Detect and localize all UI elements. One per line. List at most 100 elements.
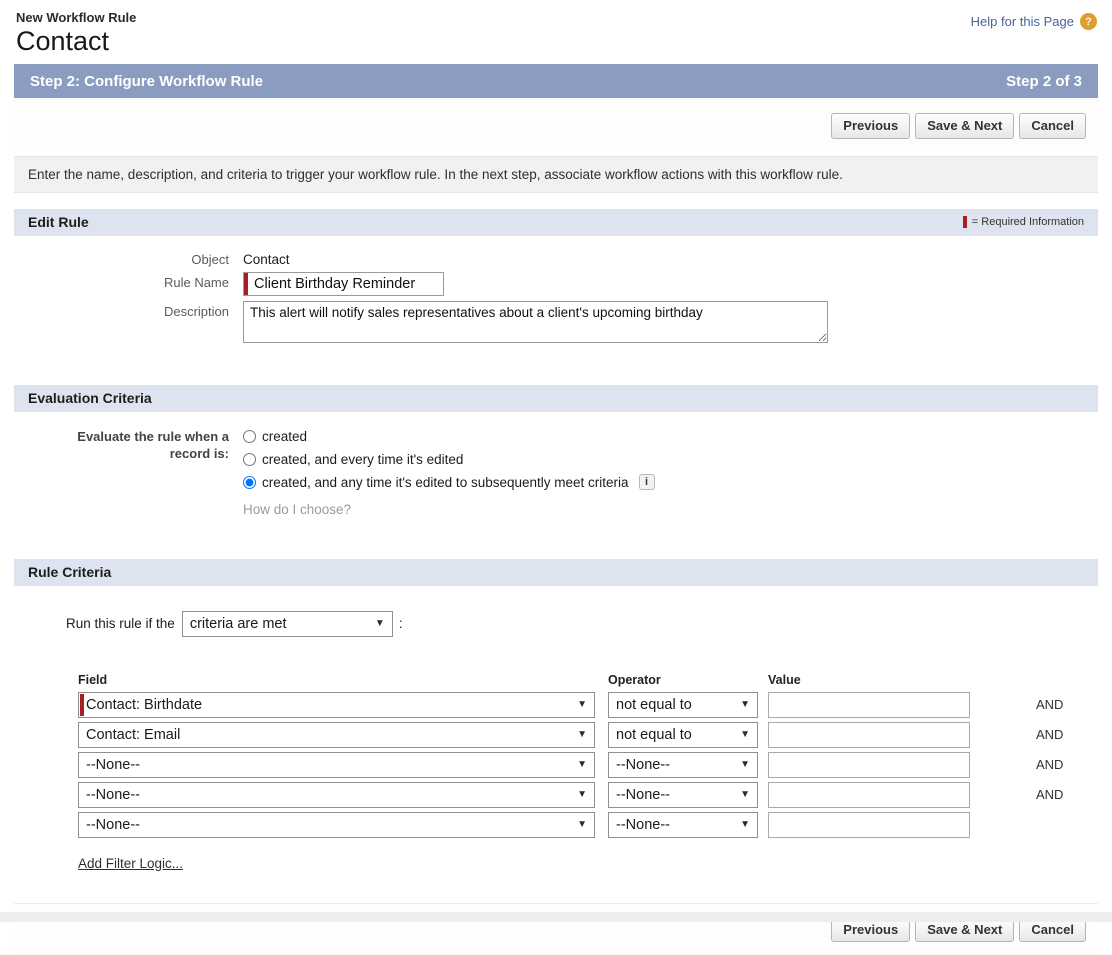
page-bottom-strip — [0, 912, 1112, 922]
save-next-button[interactable]: Save & Next — [915, 113, 1014, 139]
previous-button[interactable]: Previous — [831, 113, 910, 139]
rule-name-required-wrap — [243, 272, 444, 296]
object-label: Object — [14, 249, 229, 267]
rule-name-row: Rule Name — [14, 272, 1098, 296]
run-rule-label: Run this rule if the — [66, 616, 175, 631]
criteria-mode-select[interactable]: criteria are met ▼ — [182, 611, 393, 637]
operator-select-2[interactable]: not equal to ▼ — [608, 722, 758, 748]
conjunction-label: AND — [1036, 727, 1076, 742]
required-bar-icon — [80, 694, 84, 716]
edit-rule-section-header: Edit Rule = Required Information — [14, 209, 1098, 236]
radio-subsequently-meet[interactable] — [243, 476, 256, 489]
field-select-1-value: Contact: Birthdate — [86, 697, 202, 713]
page-header: New Workflow Rule Contact Help for this … — [0, 0, 1112, 64]
description-textarea[interactable]: This alert will notify sales representat… — [243, 301, 828, 343]
field-select-1[interactable]: Contact: Birthdate ▼ — [78, 692, 595, 718]
chevron-down-icon: ▼ — [740, 699, 750, 710]
criteria-mode-value: criteria are met — [190, 616, 287, 632]
required-bar-icon — [244, 273, 248, 295]
filter-row: --None-- ▼ --None-- ▼ AND — [78, 752, 1098, 778]
value-input-5[interactable] — [768, 812, 970, 838]
field-select-3-value: --None-- — [86, 757, 140, 773]
chevron-down-icon: ▼ — [577, 819, 587, 830]
radio-option-subsequently-meet[interactable]: created, and any time it's edited to sub… — [243, 471, 655, 494]
filter-table-header: Field Operator Value — [78, 673, 1098, 687]
value-input-1[interactable] — [768, 692, 970, 718]
radio-created[interactable] — [243, 430, 256, 443]
bottom-toolbar: Previous Save & Next Cancel — [14, 903, 1098, 955]
filter-row: --None-- ▼ --None-- ▼ — [78, 812, 1098, 838]
object-value: Contact — [243, 249, 290, 267]
chevron-down-icon: ▼ — [577, 789, 587, 800]
radio-subsequently-meet-label: created, and any time it's edited to sub… — [262, 475, 629, 490]
radio-option-created[interactable]: created — [243, 425, 655, 448]
step-title: Step 2: Configure Workflow Rule — [30, 73, 263, 90]
chevron-down-icon: ▼ — [375, 618, 385, 629]
required-bar-icon — [963, 216, 967, 228]
evaluation-criteria-form: Evaluate the rule when a record is: crea… — [14, 412, 1098, 543]
chevron-down-icon: ▼ — [577, 729, 587, 740]
filter-criteria-table: Field Operator Value Contact: Birthdate … — [78, 673, 1098, 838]
operator-select-5[interactable]: --None-- ▼ — [608, 812, 758, 838]
run-rule-suffix: : — [399, 616, 403, 631]
field-select-4[interactable]: --None-- ▼ — [78, 782, 595, 808]
field-select-2[interactable]: Contact: Email ▼ — [78, 722, 595, 748]
field-select-4-value: --None-- — [86, 787, 140, 803]
operator-select-1[interactable]: not equal to ▼ — [608, 692, 758, 718]
value-input-2[interactable] — [768, 722, 970, 748]
rule-criteria-title: Rule Criteria — [28, 564, 111, 580]
step-header-bar: Step 2: Configure Workflow Rule Step 2 o… — [14, 64, 1098, 98]
value-input-3[interactable] — [768, 752, 970, 778]
conjunction-label: AND — [1036, 757, 1076, 772]
operator-select-5-value: --None-- — [616, 817, 670, 833]
evaluation-options: created created, and every time it's edi… — [243, 425, 655, 517]
conjunction-label: AND — [1036, 787, 1076, 802]
evaluate-rule-label: Evaluate the rule when a record is: — [14, 425, 229, 517]
edit-rule-title: Edit Rule — [28, 214, 89, 230]
radio-created-every-edit[interactable] — [243, 453, 256, 466]
operator-select-3[interactable]: --None-- ▼ — [608, 752, 758, 778]
required-legend-text: = Required Information — [972, 216, 1084, 228]
object-row: Object Contact — [14, 249, 1098, 267]
page-title: Contact — [16, 26, 1096, 57]
operator-select-4[interactable]: --None-- ▼ — [608, 782, 758, 808]
field-select-3[interactable]: --None-- ▼ — [78, 752, 595, 778]
field-select-2-value: Contact: Email — [86, 727, 180, 743]
field-select-5[interactable]: --None-- ▼ — [78, 812, 595, 838]
cancel-button[interactable]: Cancel — [1019, 113, 1086, 139]
required-legend: = Required Information — [963, 216, 1084, 228]
conjunction-label: AND — [1036, 697, 1076, 712]
value-input-4[interactable] — [768, 782, 970, 808]
rule-name-label: Rule Name — [14, 272, 229, 290]
help-question-icon[interactable]: ? — [1080, 13, 1097, 30]
how-do-i-choose-link[interactable]: How do I choose? — [243, 502, 655, 517]
operator-select-4-value: --None-- — [616, 787, 670, 803]
operator-select-3-value: --None-- — [616, 757, 670, 773]
chevron-down-icon: ▼ — [740, 729, 750, 740]
evaluation-criteria-section-header: Evaluation Criteria — [14, 385, 1098, 412]
filter-row: Contact: Birthdate ▼ not equal to ▼ AND — [78, 692, 1098, 718]
filter-row: --None-- ▼ --None-- ▼ AND — [78, 782, 1098, 808]
field-select-5-value: --None-- — [86, 817, 140, 833]
intro-text: Enter the name, description, and criteri… — [14, 156, 1098, 193]
add-filter-logic-link[interactable]: Add Filter Logic... — [78, 856, 183, 871]
description-label: Description — [14, 301, 229, 319]
field-column-header: Field — [78, 673, 595, 687]
help-area: Help for this Page ? — [971, 13, 1097, 30]
operator-select-2-value: not equal to — [616, 727, 692, 743]
rule-name-input[interactable] — [243, 272, 444, 296]
edit-rule-form: Object Contact Rule Name Description Thi… — [14, 236, 1098, 369]
operator-select-1-value: not equal to — [616, 697, 692, 713]
run-rule-row: Run this rule if the criteria are met ▼ … — [66, 611, 1098, 637]
breadcrumb: New Workflow Rule — [16, 10, 1096, 25]
workflow-rule-panel: Step 2: Configure Workflow Rule Step 2 o… — [14, 64, 1098, 955]
chevron-down-icon: ▼ — [577, 759, 587, 770]
radio-created-label: created — [262, 429, 307, 444]
help-for-this-page-link[interactable]: Help for this Page — [971, 14, 1074, 29]
radio-option-created-edited[interactable]: created, and every time it's edited — [243, 448, 655, 471]
step-indicator: Step 2 of 3 — [1006, 73, 1082, 90]
description-row: Description This alert will notify sales… — [14, 301, 1098, 346]
evaluation-criteria-title: Evaluation Criteria — [28, 390, 152, 406]
chevron-down-icon: ▼ — [740, 789, 750, 800]
info-icon[interactable]: i — [639, 474, 655, 490]
